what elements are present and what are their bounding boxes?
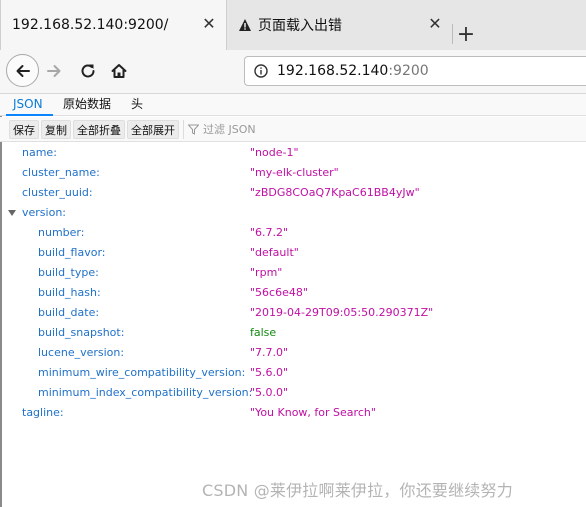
json-value: false <box>250 326 277 339</box>
json-row[interactable]: minimum_index_compatibility_version: "5.0… <box>0 383 586 403</box>
close-tab-icon[interactable]: ✕ <box>202 16 216 32</box>
browser-tab-active[interactable]: 192.168.52.140:9200/ ✕ <box>0 0 227 50</box>
browser-tab-error[interactable]: 页面载入出错 ✕ <box>228 0 452 50</box>
json-key: number: <box>38 226 85 239</box>
home-icon <box>111 64 127 78</box>
json-value: "my-elk-cluster" <box>250 166 339 179</box>
copy-button[interactable]: 复制 <box>41 119 71 139</box>
json-value: "default" <box>250 246 299 259</box>
json-key: build_hash: <box>38 286 101 299</box>
address-bar[interactable]: 192.168.52.140:9200 <box>244 56 586 86</box>
close-tab-icon[interactable]: ✕ <box>428 16 442 32</box>
json-row[interactable]: version: <box>0 203 586 223</box>
json-row[interactable]: lucene_version: "7.7.0" <box>0 343 586 363</box>
url-port: :9200 <box>388 63 429 79</box>
back-arrow-icon <box>16 64 30 77</box>
json-toolbar: 保存 复制 全部折叠 全部展开 过滤 JSON <box>0 117 586 142</box>
json-row[interactable]: build_flavor: "default" <box>0 243 586 263</box>
forward-button[interactable] <box>43 60 65 82</box>
json-row[interactable]: build_hash: "56c6e48" <box>0 283 586 303</box>
json-row[interactable]: build_type: "rpm" <box>0 263 586 283</box>
tab-headers[interactable]: 头 <box>124 94 150 116</box>
url-host: 192.168.52.140 <box>277 63 389 79</box>
json-value: "You Know, for Search" <box>250 406 376 419</box>
json-key: tagline: <box>22 406 64 419</box>
json-row[interactable]: build_date: "2019-04-29T09:05:50.290371Z" <box>0 303 586 323</box>
warning-icon <box>239 19 251 31</box>
json-key: build_flavor: <box>38 246 106 259</box>
expand-toggle-icon[interactable] <box>8 210 16 216</box>
json-value: "rpm" <box>250 266 283 279</box>
toolbar-separator <box>183 119 184 139</box>
filter-placeholder: 过滤 JSON <box>203 123 256 136</box>
json-value: "2019-04-29T09:05:50.290371Z" <box>250 306 434 319</box>
tab-title: 192.168.52.140:9200/ <box>12 17 169 33</box>
filter-json-input[interactable]: 过滤 JSON <box>188 120 256 139</box>
json-row[interactable]: cluster_uuid: "zBDG8COaQ7KpaC61BB4yJw" <box>0 183 586 203</box>
home-button[interactable] <box>108 60 130 82</box>
json-value: "5.6.0" <box>250 366 289 379</box>
tab-divider <box>452 24 453 44</box>
json-key: build_snapshot: <box>38 326 125 339</box>
json-row[interactable]: number: "6.7.2" <box>0 223 586 243</box>
json-row[interactable]: minimum_wire_compatibility_version: "5.6.… <box>0 363 586 383</box>
reload-button[interactable] <box>77 60 99 82</box>
collapse-all-button[interactable]: 全部折叠 <box>73 119 125 139</box>
tab-raw-data[interactable]: 原始数据 <box>56 94 118 116</box>
json-key: cluster_name: <box>22 166 100 179</box>
tab-json[interactable]: JSON <box>6 94 53 116</box>
json-row[interactable]: build_snapshot: false <box>0 323 586 343</box>
json-key: build_type: <box>38 266 99 279</box>
json-key: version: <box>22 206 66 219</box>
forward-arrow-icon <box>47 65 61 77</box>
save-button[interactable]: 保存 <box>9 119 39 139</box>
json-key: lucene_version: <box>38 346 125 359</box>
info-icon[interactable] <box>254 64 268 78</box>
json-row[interactable]: tagline: "You Know, for Search" <box>0 403 586 423</box>
new-tab-button[interactable]: + <box>456 22 476 47</box>
expand-all-button[interactable]: 全部展开 <box>127 119 179 139</box>
json-value: "5.0.0" <box>250 386 289 399</box>
json-value: "56c6e48" <box>250 286 308 299</box>
json-value: "6.7.2" <box>250 226 289 239</box>
json-key: name: <box>22 146 57 159</box>
json-key: minimum_wire_compatibility_version: <box>38 366 246 379</box>
navigation-toolbar: 192.168.52.140:9200 <box>0 50 586 94</box>
filter-icon <box>188 124 199 135</box>
json-value: "zBDG8COaQ7KpaC61BB4yJw" <box>250 186 420 199</box>
json-value: "7.7.0" <box>250 346 289 359</box>
tab-title: 页面载入出错 <box>258 18 342 34</box>
json-key: build_date: <box>38 306 100 319</box>
back-button[interactable] <box>6 54 39 87</box>
json-key: cluster_uuid: <box>22 186 93 199</box>
json-row[interactable]: cluster_name: "my-elk-cluster" <box>0 163 586 183</box>
json-value: "node-1" <box>250 146 299 159</box>
json-viewer-tabs: JSON 原始数据 头 <box>0 94 586 116</box>
json-row[interactable]: name: "node-1" <box>0 143 586 163</box>
watermark: CSDN @莱伊拉啊莱伊拉，你还要继续努力 <box>202 481 513 500</box>
browser-tab-strip: 192.168.52.140:9200/ ✕ 页面载入出错 ✕ + <box>0 0 586 50</box>
reload-icon <box>81 64 95 78</box>
json-key: minimum_index_compatibility_version: <box>38 386 253 399</box>
